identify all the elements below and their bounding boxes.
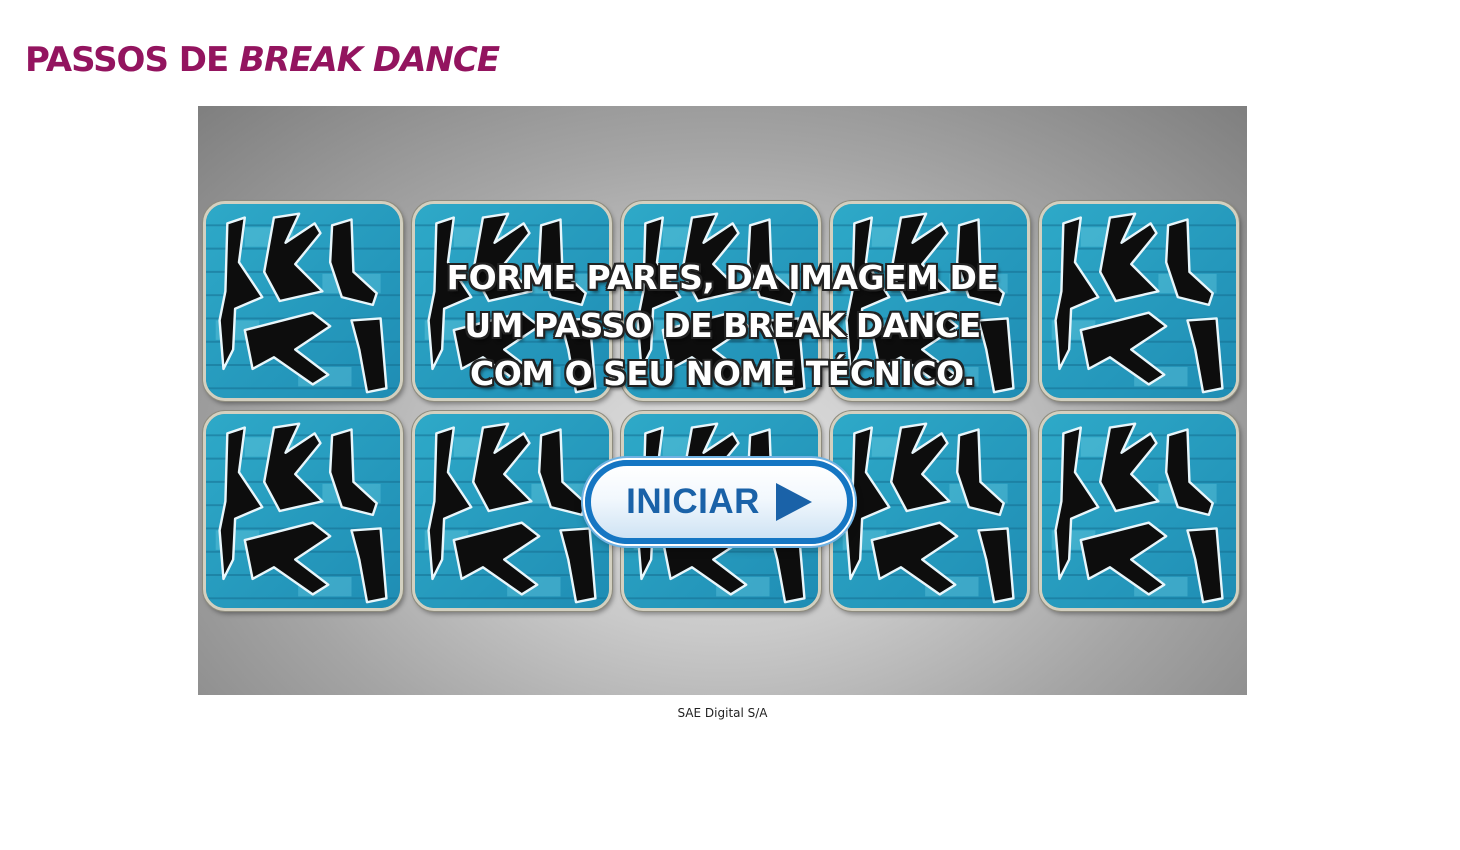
page-title-plain: PASSOS DE xyxy=(25,40,240,80)
start-button[interactable]: INICIAR xyxy=(585,460,853,544)
start-button-label: INICIAR xyxy=(626,482,760,521)
memory-game-stage: FORME PARES, DA IMAGEM DE UM PASSO DE BR… xyxy=(198,106,1247,695)
memory-card[interactable] xyxy=(830,411,1030,611)
page-title: PASSOS DE BREAK DANCE xyxy=(25,40,500,80)
graffiti-card-back-icon xyxy=(1042,414,1236,608)
page-title-italic: BREAK DANCE xyxy=(239,40,500,80)
game-instructions: FORME PARES, DA IMAGEM DE UM PASSO DE BR… xyxy=(198,254,1247,398)
instruction-line: UM PASSO DE BREAK DANCE xyxy=(464,306,981,345)
copyright-text: SAE Digital S/A xyxy=(677,706,768,720)
play-icon xyxy=(775,483,812,521)
instruction-line: COM O SEU NOME TÉCNICO. xyxy=(469,354,976,393)
graffiti-card-back-icon xyxy=(206,414,400,608)
graffiti-card-back-icon xyxy=(833,414,1027,608)
instruction-line: FORME PARES, DA IMAGEM DE xyxy=(446,258,999,297)
memory-card[interactable] xyxy=(1039,411,1239,611)
memory-card[interactable] xyxy=(412,411,612,611)
memory-card[interactable] xyxy=(203,411,403,611)
graffiti-card-back-icon xyxy=(415,414,609,608)
